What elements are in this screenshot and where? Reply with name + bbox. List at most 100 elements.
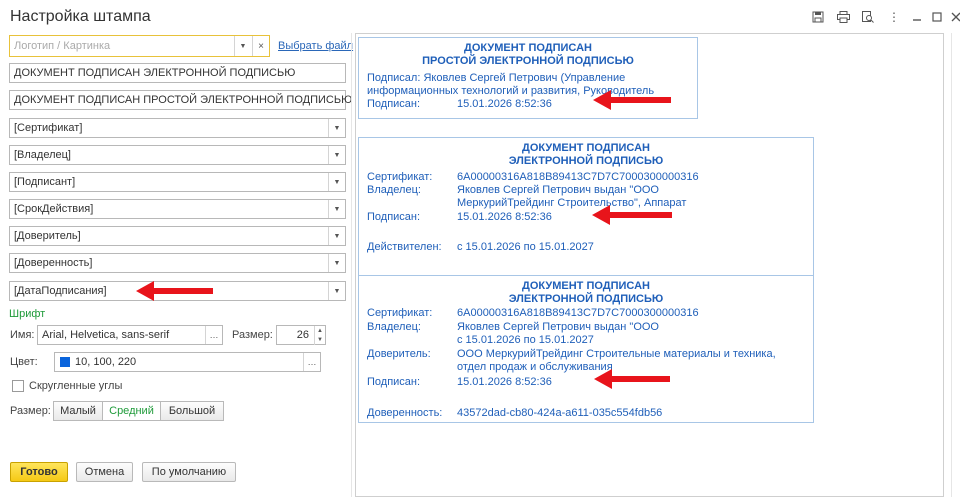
stamp-owner-line-2: с 15.01.2026 по 15.01.2027 — [457, 334, 594, 346]
size-small-button[interactable]: Малый — [53, 401, 103, 421]
header-line-2-field[interactable]: ДОКУМЕНТ ПОДПИСАН ПРОСТОЙ ЭЛЕКТРОННОЙ ПО… — [9, 90, 352, 110]
header-line-1-field[interactable]: ДОКУМЕНТ ПОДПИСАН ЭЛЕКТРОННОЙ ПОДПИСЬЮ — [9, 63, 346, 83]
chevron-down-icon[interactable]: ▼ — [328, 173, 345, 191]
ellipsis-icon[interactable]: … — [205, 326, 222, 344]
more-icon[interactable]: ⋮ — [886, 9, 902, 25]
stamp-signed-label: Подписан: — [367, 376, 421, 388]
save-icon[interactable] — [810, 9, 826, 25]
chevron-down-icon[interactable]: ▼ — [328, 254, 345, 272]
print-icon[interactable] — [835, 9, 851, 25]
signer-value: [Подписант] — [14, 176, 76, 188]
stamp-poa-value: 43572dad-cb80-424a-a611-035c554fdb56 — [457, 407, 663, 419]
red-arrow-annotation — [594, 369, 670, 389]
stamp-title-line-2: ЭЛЕКТРОННОЙ ПОДПИСЬЮ — [508, 155, 664, 167]
stamp-title-line-1: ДОКУМЕНТ ПОДПИСАН — [522, 280, 650, 292]
title-bar: Настройка штампа ⋮ — [0, 0, 960, 32]
stamp-title-line-2: ПРОСТОЙ ЭЛЕКТРОННОЙ ПОДПИСЬЮ — [422, 55, 634, 67]
ellipsis-icon[interactable]: … — [303, 353, 320, 371]
font-color-value: 10, 100, 220 — [75, 356, 137, 368]
chevron-down-icon[interactable]: ▼ — [234, 36, 251, 56]
stamp-cert-value: 6A00000316A818B89413C7D7C7000300000316 — [457, 307, 699, 319]
validity-value: [СрокДействия] — [14, 203, 94, 215]
size-large-button[interactable]: Большой — [160, 401, 224, 421]
stamp-owner-line-1: Яковлев Сергей Петрович выдан "ООО — [457, 184, 659, 196]
font-size-value: 26 — [296, 329, 309, 341]
stamp-signer-line-2: информационных технологий и развития, Ру… — [367, 85, 655, 97]
header-line-1-value: ДОКУМЕНТ ПОДПИСАН ЭЛЕКТРОННОЙ ПОДПИСЬЮ — [14, 67, 296, 79]
stamp-signed-value: 15.01.2026 8:52:36 — [457, 376, 552, 388]
stamp-title-line-1: ДОКУМЕНТ ПОДПИСАН — [464, 42, 592, 54]
spin-down-icon[interactable]: ▼ — [314, 335, 325, 345]
chevron-down-icon[interactable]: ▼ — [328, 227, 345, 245]
cancel-button[interactable]: Отмена — [76, 462, 133, 482]
stamp-principal-line-1: ООО МеркурийТрейдинг Строительные матери… — [457, 348, 776, 360]
red-arrow-annotation — [592, 205, 672, 225]
font-name-label: Имя: — [10, 329, 35, 341]
poa-signature-stamp: ДОКУМЕНТ ПОДПИСАН ЭЛЕКТРОННОЙ ПОДПИСЬЮ С… — [358, 275, 814, 423]
font-name-field[interactable]: Arial, Helvetica, sans-serif … — [37, 325, 223, 345]
principal-field[interactable]: [Доверитель] ▼ — [9, 226, 346, 246]
stamp-signer-line-1: Подписал: Яковлев Сергей Петрович (Управ… — [367, 72, 626, 84]
stamp-principal-line-2: отдел продаж и обслуживания — [457, 361, 613, 373]
red-arrow-annotation — [593, 90, 671, 110]
header-line-2-value: ДОКУМЕНТ ПОДПИСАН ПРОСТОЙ ЭЛЕКТРОННОЙ ПО… — [14, 94, 353, 106]
power-of-attorney-field[interactable]: [Доверенность] ▼ — [9, 253, 346, 273]
logo-placeholder: Логотип / Картинка — [14, 40, 111, 52]
close-icon[interactable] — [948, 9, 960, 25]
stamp-size-label: Размер: — [10, 405, 51, 417]
stamp-cert-value: 6A00000316A818B89413C7D7C7000300000316 — [457, 171, 699, 183]
stamp-signed-value: 15.01.2026 8:52:36 — [457, 98, 552, 110]
chevron-down-icon[interactable]: ▼ — [328, 200, 345, 218]
signer-field[interactable]: [Подписант] ▼ — [9, 172, 346, 192]
stamp-cert-label: Сертификат: — [367, 307, 433, 319]
logo-picture-field[interactable]: Логотип / Картинка ▼ × — [9, 35, 270, 57]
rounded-corners-checkbox[interactable] — [12, 380, 24, 392]
electronic-signature-stamp: ДОКУМЕНТ ПОДПИСАН ЭЛЕКТРОННОЙ ПОДПИСЬЮ С… — [358, 137, 814, 292]
chevron-down-icon[interactable]: ▼ — [328, 119, 345, 137]
stamp-owner-line-1: Яковлев Сергей Петрович выдан "ООО — [457, 321, 659, 333]
size-medium-button[interactable]: Средний — [102, 401, 161, 421]
owner-field[interactable]: [Владелец] ▼ — [9, 145, 346, 165]
stamp-valid-label: Действителен: — [367, 241, 442, 253]
font-name-value: Arial, Helvetica, sans-serif — [42, 329, 170, 341]
stamp-cert-label: Сертификат: — [367, 171, 433, 183]
stamp-poa-label: Доверенность: — [367, 407, 443, 419]
preview-scrollbar[interactable] — [951, 33, 952, 497]
window-title: Настройка штампа — [10, 8, 151, 25]
stamp-owner-line-2: МеркурийТрейдинг Строительство", Аппарат — [457, 197, 687, 209]
stamp-owner-label: Владелец: — [367, 184, 421, 196]
stamp-signed-label: Подписан: — [367, 98, 421, 110]
clear-icon[interactable]: × — [252, 36, 269, 56]
power-of-attorney-value: [Доверенность] — [14, 257, 93, 269]
color-swatch — [60, 357, 70, 367]
panel-splitter[interactable] — [351, 33, 352, 497]
choose-file-link[interactable]: Выбрать файл — [278, 40, 353, 52]
ok-button[interactable]: Готово — [10, 462, 68, 482]
principal-value: [Доверитель] — [14, 230, 81, 242]
stamp-title-line-2: ЭЛЕКТРОННОЙ ПОДПИСЬЮ — [508, 293, 664, 305]
font-color-field[interactable]: 10, 100, 220 … — [54, 352, 321, 372]
minimize-icon[interactable] — [909, 9, 925, 25]
certificate-value: [Сертификат] — [14, 122, 83, 134]
chevron-down-icon[interactable]: ▼ — [328, 282, 345, 300]
stamp-valid-value: с 15.01.2026 по 15.01.2027 — [457, 241, 594, 253]
preview-icon[interactable] — [860, 9, 876, 25]
stamp-owner-label: Владелец: — [367, 321, 421, 333]
certificate-field[interactable]: [Сертификат] ▼ — [9, 118, 346, 138]
rounded-corners-label: Скругленные углы — [29, 380, 123, 392]
stamp-principal-label: Доверитель: — [367, 348, 431, 360]
font-section-label: Шрифт — [9, 308, 46, 320]
maximize-icon[interactable] — [929, 9, 945, 25]
signing-date-value: [ДатаПодписания] — [14, 285, 107, 297]
stamp-preview-area: ДОКУМЕНТ ПОДПИСАН ПРОСТОЙ ЭЛЕКТРОННОЙ ПО… — [355, 33, 944, 497]
stamp-signed-value: 15.01.2026 8:52:36 — [457, 211, 552, 223]
validity-field[interactable]: [СрокДействия] ▼ — [9, 199, 346, 219]
default-button[interactable]: По умолчанию — [142, 462, 236, 482]
stamp-title-line-1: ДОКУМЕНТ ПОДПИСАН — [522, 142, 650, 154]
stamp-signed-label: Подписан: — [367, 211, 421, 223]
font-size-field[interactable]: 26 ▲ ▼ — [276, 325, 326, 345]
chevron-down-icon[interactable]: ▼ — [328, 146, 345, 164]
owner-value: [Владелец] — [14, 149, 71, 161]
red-arrow-annotation — [136, 281, 213, 301]
simple-signature-stamp: ДОКУМЕНТ ПОДПИСАН ПРОСТОЙ ЭЛЕКТРОННОЙ ПО… — [358, 37, 698, 119]
